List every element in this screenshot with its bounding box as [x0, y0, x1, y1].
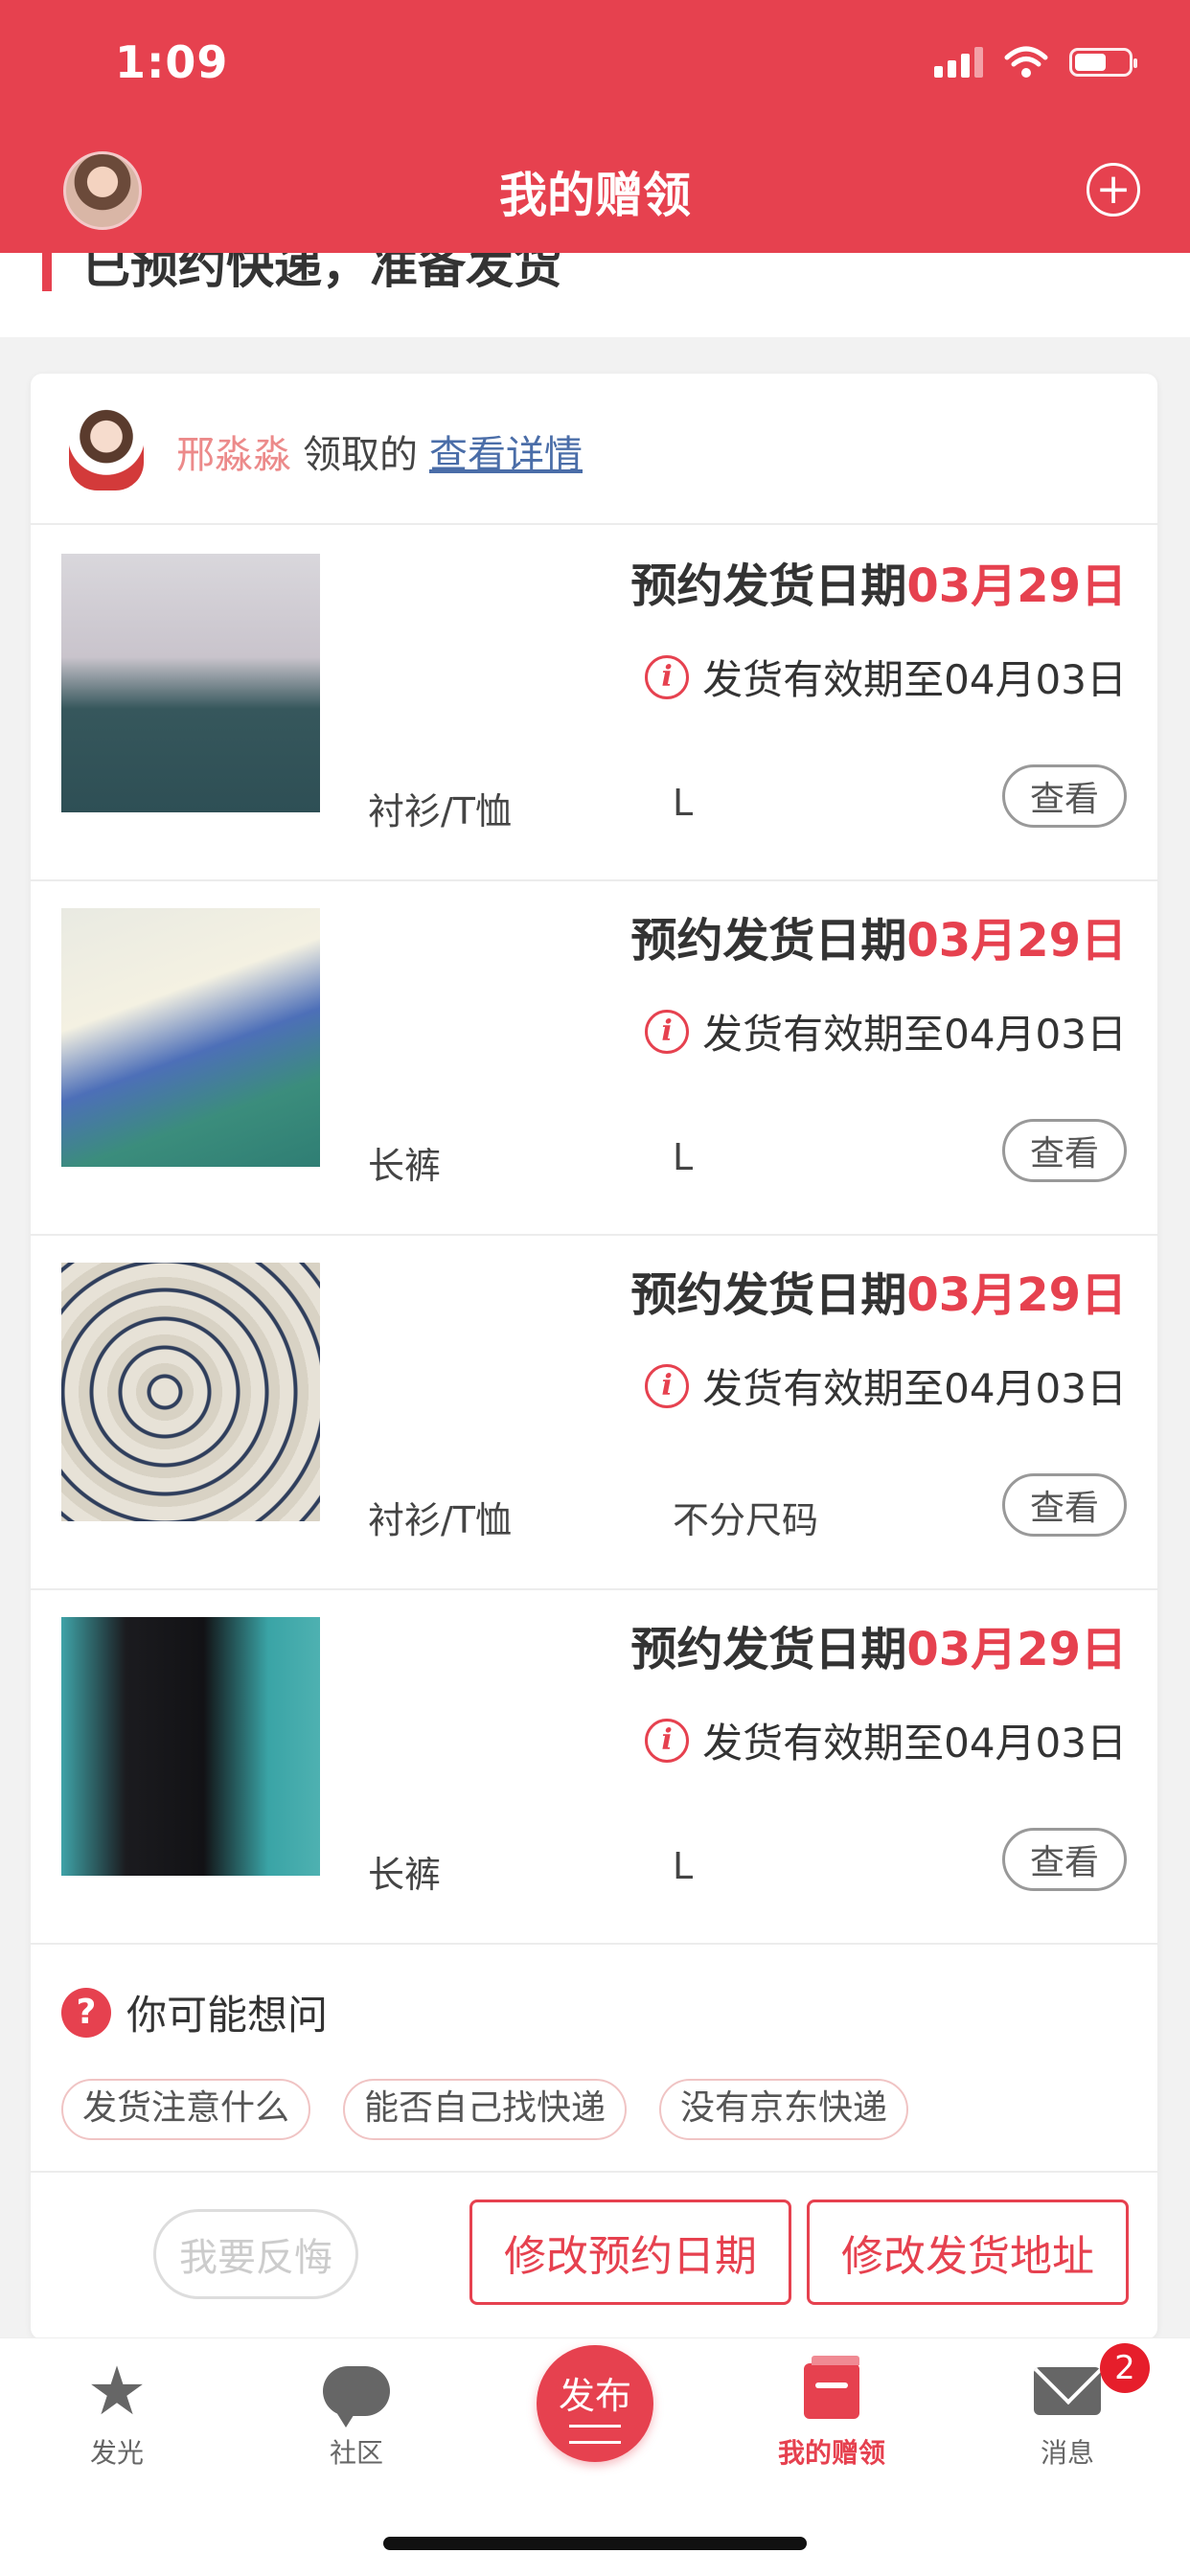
claimer-avatar	[69, 406, 144, 490]
view-button[interactable]: 查看	[1002, 764, 1127, 828]
item-category: 衬衫/T恤	[368, 790, 513, 832]
info-icon: i	[645, 1718, 690, 1763]
tab-label: 我的赠领	[777, 2437, 885, 2469]
item-size: L	[673, 782, 694, 824]
regret-button[interactable]: 我要反悔	[153, 2209, 358, 2299]
section-accent-bar	[42, 253, 52, 291]
valid-until-text: 发货有效期至04月03日	[702, 1720, 1127, 1767]
valid-until-text: 发货有效期至04月03日	[702, 656, 1127, 703]
gift-book-icon	[804, 2356, 859, 2419]
item-photo[interactable]	[61, 554, 320, 812]
item-photo[interactable]	[61, 908, 320, 1167]
page-title: 我的赠领	[499, 168, 691, 223]
item-category: 长裤	[368, 1145, 442, 1187]
view-button[interactable]: 查看	[1002, 1828, 1127, 1891]
star-icon: ★	[86, 2352, 148, 2430]
publish-button[interactable]: 发布	[537, 2345, 653, 2462]
tab-my-claims[interactable]: 我的赠领	[736, 2356, 927, 2471]
signal-icon	[934, 47, 983, 78]
info-icon: i	[645, 1009, 690, 1054]
add-button[interactable]: +	[1087, 163, 1140, 217]
view-button[interactable]: 查看	[1002, 1119, 1127, 1182]
view-button[interactable]: 查看	[1002, 1473, 1127, 1537]
wifi-icon	[1004, 46, 1048, 78]
home-indicator[interactable]	[383, 2537, 807, 2550]
ship-date: 03月29日	[906, 914, 1127, 968]
claimer-name: 邢淼淼	[176, 433, 291, 477]
item-photo[interactable]	[61, 1263, 320, 1521]
list-item[interactable]: 预约发货日期03月29日 i 发货有效期至04月03日 衬衫/T恤 不分尺码 查看	[31, 1234, 1157, 1590]
tab-community[interactable]: 社区	[261, 2356, 452, 2471]
faq-title: 你可能想问	[126, 1992, 329, 2039]
claimer-verb: 领取的	[303, 433, 418, 477]
ship-date-prefix: 预约发货日期	[630, 1268, 907, 1322]
tab-label: 社区	[329, 2437, 383, 2469]
ship-date: 03月29日	[906, 1268, 1127, 1322]
ship-date-prefix: 预约发货日期	[630, 559, 907, 613]
ship-date: 03月29日	[906, 559, 1127, 613]
battery-icon	[1069, 48, 1137, 77]
question-icon: ?	[61, 1987, 111, 2038]
ship-date: 03月29日	[906, 1623, 1127, 1676]
tab-glow[interactable]: ★ 发光	[21, 2356, 213, 2471]
publish-label: 发布	[558, 2375, 631, 2417]
tab-label: 消息	[1040, 2437, 1094, 2469]
faq-tag[interactable]: 发货注意什么	[61, 2079, 311, 2140]
ship-date-prefix: 预约发货日期	[630, 1623, 907, 1676]
claimer-row: 邢淼淼 领取的 查看详情	[31, 374, 1157, 525]
tab-label: 发光	[89, 2437, 144, 2469]
status-icons	[934, 46, 1137, 79]
modify-date-button[interactable]: 修改预约日期	[469, 2200, 791, 2305]
item-size: L	[673, 1845, 694, 1887]
mail-icon	[1034, 2367, 1101, 2415]
plus-icon: +	[1095, 165, 1132, 214]
item-photo[interactable]	[61, 1617, 320, 1876]
faq-tag[interactable]: 能否自己找快递	[343, 2079, 628, 2140]
list-item[interactable]: 预约发货日期03月29日 i 发货有效期至04月03日 长裤 L 查看	[31, 1588, 1157, 1945]
item-size: 不分尺码	[673, 1499, 819, 1541]
message-badge: 2	[1100, 2343, 1150, 2393]
claim-card: 邢淼淼 领取的 查看详情 预约发货日期03月29日 i 发货有效期至04月03日 衬衫…	[31, 374, 1157, 2339]
faq-tag[interactable]: 没有京东快递	[659, 2079, 909, 2140]
item-category: 长裤	[368, 1854, 442, 1896]
list-item[interactable]: 预约发货日期03月29日 i 发货有效期至04月03日 衬衫/T恤 L 查看	[31, 525, 1157, 881]
info-icon: i	[645, 654, 690, 699]
modify-address-button[interactable]: 修改发货地址	[807, 2200, 1129, 2305]
action-bar: 我要反悔 修改预约日期 修改发货地址	[31, 2171, 1157, 2339]
app-header: 1:09 我的赠领 +	[0, 0, 1190, 253]
faq-section: ? 你可能想问 发货注意什么 能否自己找快递 没有京东快递	[31, 1945, 1157, 2173]
status-time: 1:09	[115, 36, 229, 88]
item-category: 衬衫/T恤	[368, 1499, 513, 1541]
ship-date-prefix: 预约发货日期	[630, 914, 907, 968]
valid-until-text: 发货有效期至04月03日	[702, 1365, 1127, 1412]
item-size: L	[673, 1136, 694, 1178]
menu-lines-icon	[569, 2425, 621, 2444]
chat-bubble-icon	[323, 2366, 390, 2428]
faq-tags: 发货注意什么 能否自己找快递 没有京东快递	[61, 2079, 909, 2140]
info-icon: i	[645, 1363, 690, 1408]
view-details-link[interactable]: 查看详情	[429, 433, 583, 477]
list-item[interactable]: 预约发货日期03月29日 i 发货有效期至04月03日 长裤 L 查看	[31, 879, 1157, 1236]
valid-until-text: 发货有效期至04月03日	[702, 1011, 1127, 1058]
